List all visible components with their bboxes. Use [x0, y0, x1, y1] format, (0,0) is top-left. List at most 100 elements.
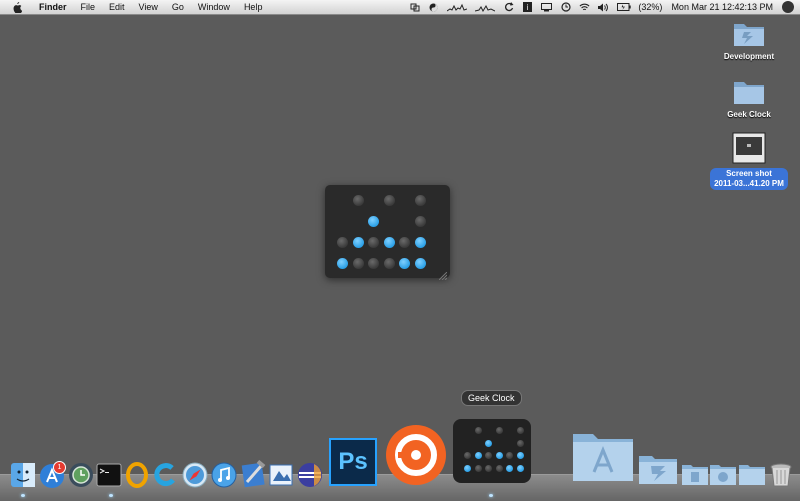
yinyang-icon[interactable] — [428, 3, 439, 12]
dock-cog-app[interactable] — [152, 462, 178, 488]
folder-stack-icon — [739, 465, 765, 485]
refresh-icon[interactable] — [503, 2, 514, 12]
itunes-icon — [211, 462, 237, 488]
clock-dot-on — [352, 237, 364, 248]
clock-dot-on — [414, 237, 426, 248]
time-machine-icon — [69, 463, 93, 487]
time-machine-menu-icon[interactable] — [560, 2, 571, 12]
dock-app-store[interactable]: 1 — [38, 461, 66, 489]
clock-dot-off — [506, 452, 513, 459]
clock-dot-off — [352, 195, 364, 206]
dock-preview[interactable] — [267, 461, 295, 489]
preview-icon — [269, 464, 293, 486]
dock-music-app[interactable] — [384, 423, 448, 487]
desktop-label-screenshot-line2: 2011-03...41.20 PM — [714, 179, 784, 188]
safari-icon — [182, 462, 208, 488]
dock-documents-stack[interactable] — [681, 462, 709, 486]
clock-dot-off — [337, 237, 348, 248]
spotlight-icon[interactable] — [782, 1, 794, 13]
terminal-icon — [96, 463, 122, 487]
clock-dot-off — [485, 464, 492, 472]
dock-downloads-stack[interactable] — [709, 462, 737, 486]
info-icon[interactable]: i — [522, 2, 533, 12]
clock-dot-off — [495, 427, 503, 434]
menu-go[interactable]: Go — [165, 0, 191, 14]
dock-developer-folder[interactable] — [637, 452, 679, 486]
dock-eclipse[interactable] — [297, 462, 323, 488]
dock-finder[interactable] — [10, 462, 36, 488]
running-indicator-geek-clock — [489, 494, 493, 497]
wifi-icon[interactable] — [579, 3, 590, 12]
clock-dot-on — [399, 258, 410, 269]
xcode-icon — [241, 460, 266, 488]
display-icon[interactable] — [541, 2, 553, 12]
menu-clock[interactable]: Mon Mar 21 12:42:13 PM — [671, 2, 773, 12]
clock-dot-off — [383, 258, 395, 269]
dock-itunes[interactable] — [211, 462, 237, 488]
clock-dot-on — [464, 464, 471, 472]
clock-dot-off — [352, 258, 364, 269]
clock-dot-off — [414, 216, 426, 227]
clock-dot-on — [485, 439, 492, 447]
menu-edit[interactable]: Edit — [102, 0, 132, 14]
dock-photoshop[interactable]: Ps — [329, 438, 377, 486]
dock-xcode[interactable] — [239, 460, 267, 488]
dock-applications-folder[interactable] — [570, 428, 636, 484]
clock-dot-off — [474, 464, 482, 472]
clock-dot-on — [516, 464, 524, 472]
menu-window[interactable]: Window — [191, 0, 237, 14]
dock-time-machine[interactable] — [68, 462, 94, 488]
menu-help[interactable]: Help — [237, 0, 270, 14]
menu-view[interactable]: View — [132, 0, 165, 14]
battery-icon[interactable] — [617, 3, 632, 12]
dock-opera[interactable] — [126, 462, 148, 488]
applications-folder-icon — [573, 434, 633, 481]
resize-grip-icon[interactable] — [438, 267, 448, 281]
desktop-file-screenshot[interactable]: Screen shot 2011-03...41.20 PM — [704, 132, 794, 190]
clock-dot-off — [485, 452, 492, 459]
cog-app-icon — [154, 463, 175, 486]
desktop-folder-geek-clock[interactable]: Geek Clock — [704, 78, 794, 119]
clock-dot-on — [337, 258, 348, 269]
desktop-label-screenshot-selected: Screen shot 2011-03...41.20 PM — [710, 168, 788, 190]
geek-clock-icon — [453, 419, 531, 483]
clock-dot-on — [495, 452, 503, 459]
eclipse-icon — [298, 463, 322, 487]
network-meter-icon[interactable] — [475, 3, 496, 12]
clock-dot-on — [474, 452, 482, 459]
clock-dot-off — [368, 237, 379, 248]
desktop-label-geek-clock: Geek Clock — [727, 110, 771, 119]
clock-dot-off — [464, 452, 471, 459]
opera-icon — [126, 462, 148, 488]
clock-dot-off — [516, 427, 524, 434]
menu-bar: Finder File Edit View Go Window Help i (… — [0, 0, 800, 15]
dock-trash[interactable] — [769, 462, 793, 488]
battery-percentage[interactable]: (32%) — [638, 2, 662, 12]
dock-safari[interactable] — [182, 462, 208, 488]
downloads-stack-icon — [710, 465, 736, 485]
dock-folder-stack[interactable] — [738, 462, 766, 486]
clock-dot-on — [506, 464, 513, 472]
volume-icon[interactable] — [598, 3, 609, 12]
apple-menu-icon[interactable] — [12, 1, 24, 13]
menu-file[interactable]: File — [74, 0, 103, 14]
dock-terminal[interactable] — [96, 463, 122, 487]
geek-clock-window[interactable] — [325, 185, 450, 281]
screenshot-file-icon — [704, 132, 794, 166]
clock-dot-off — [383, 195, 395, 206]
menu-finder[interactable]: Finder — [32, 0, 74, 14]
clock-dot-off — [516, 439, 524, 447]
cpu-meter-icon[interactable] — [447, 3, 468, 12]
finder-icon — [11, 463, 35, 487]
desktop-folder-development[interactable]: Development — [704, 20, 794, 61]
clock-dot-off — [399, 237, 410, 248]
menu-extras: i (32%) Mon Mar 21 12:42:13 PM — [405, 0, 800, 14]
photoshop-icon: Ps — [338, 448, 368, 475]
sync-icon[interactable] — [409, 3, 420, 12]
running-indicator-finder — [21, 494, 25, 497]
music-app-icon — [386, 425, 446, 485]
svg-text:i: i — [527, 3, 529, 12]
running-indicator-terminal — [109, 494, 113, 497]
dock-geek-clock[interactable] — [453, 419, 531, 483]
clock-dot-on — [383, 237, 395, 248]
